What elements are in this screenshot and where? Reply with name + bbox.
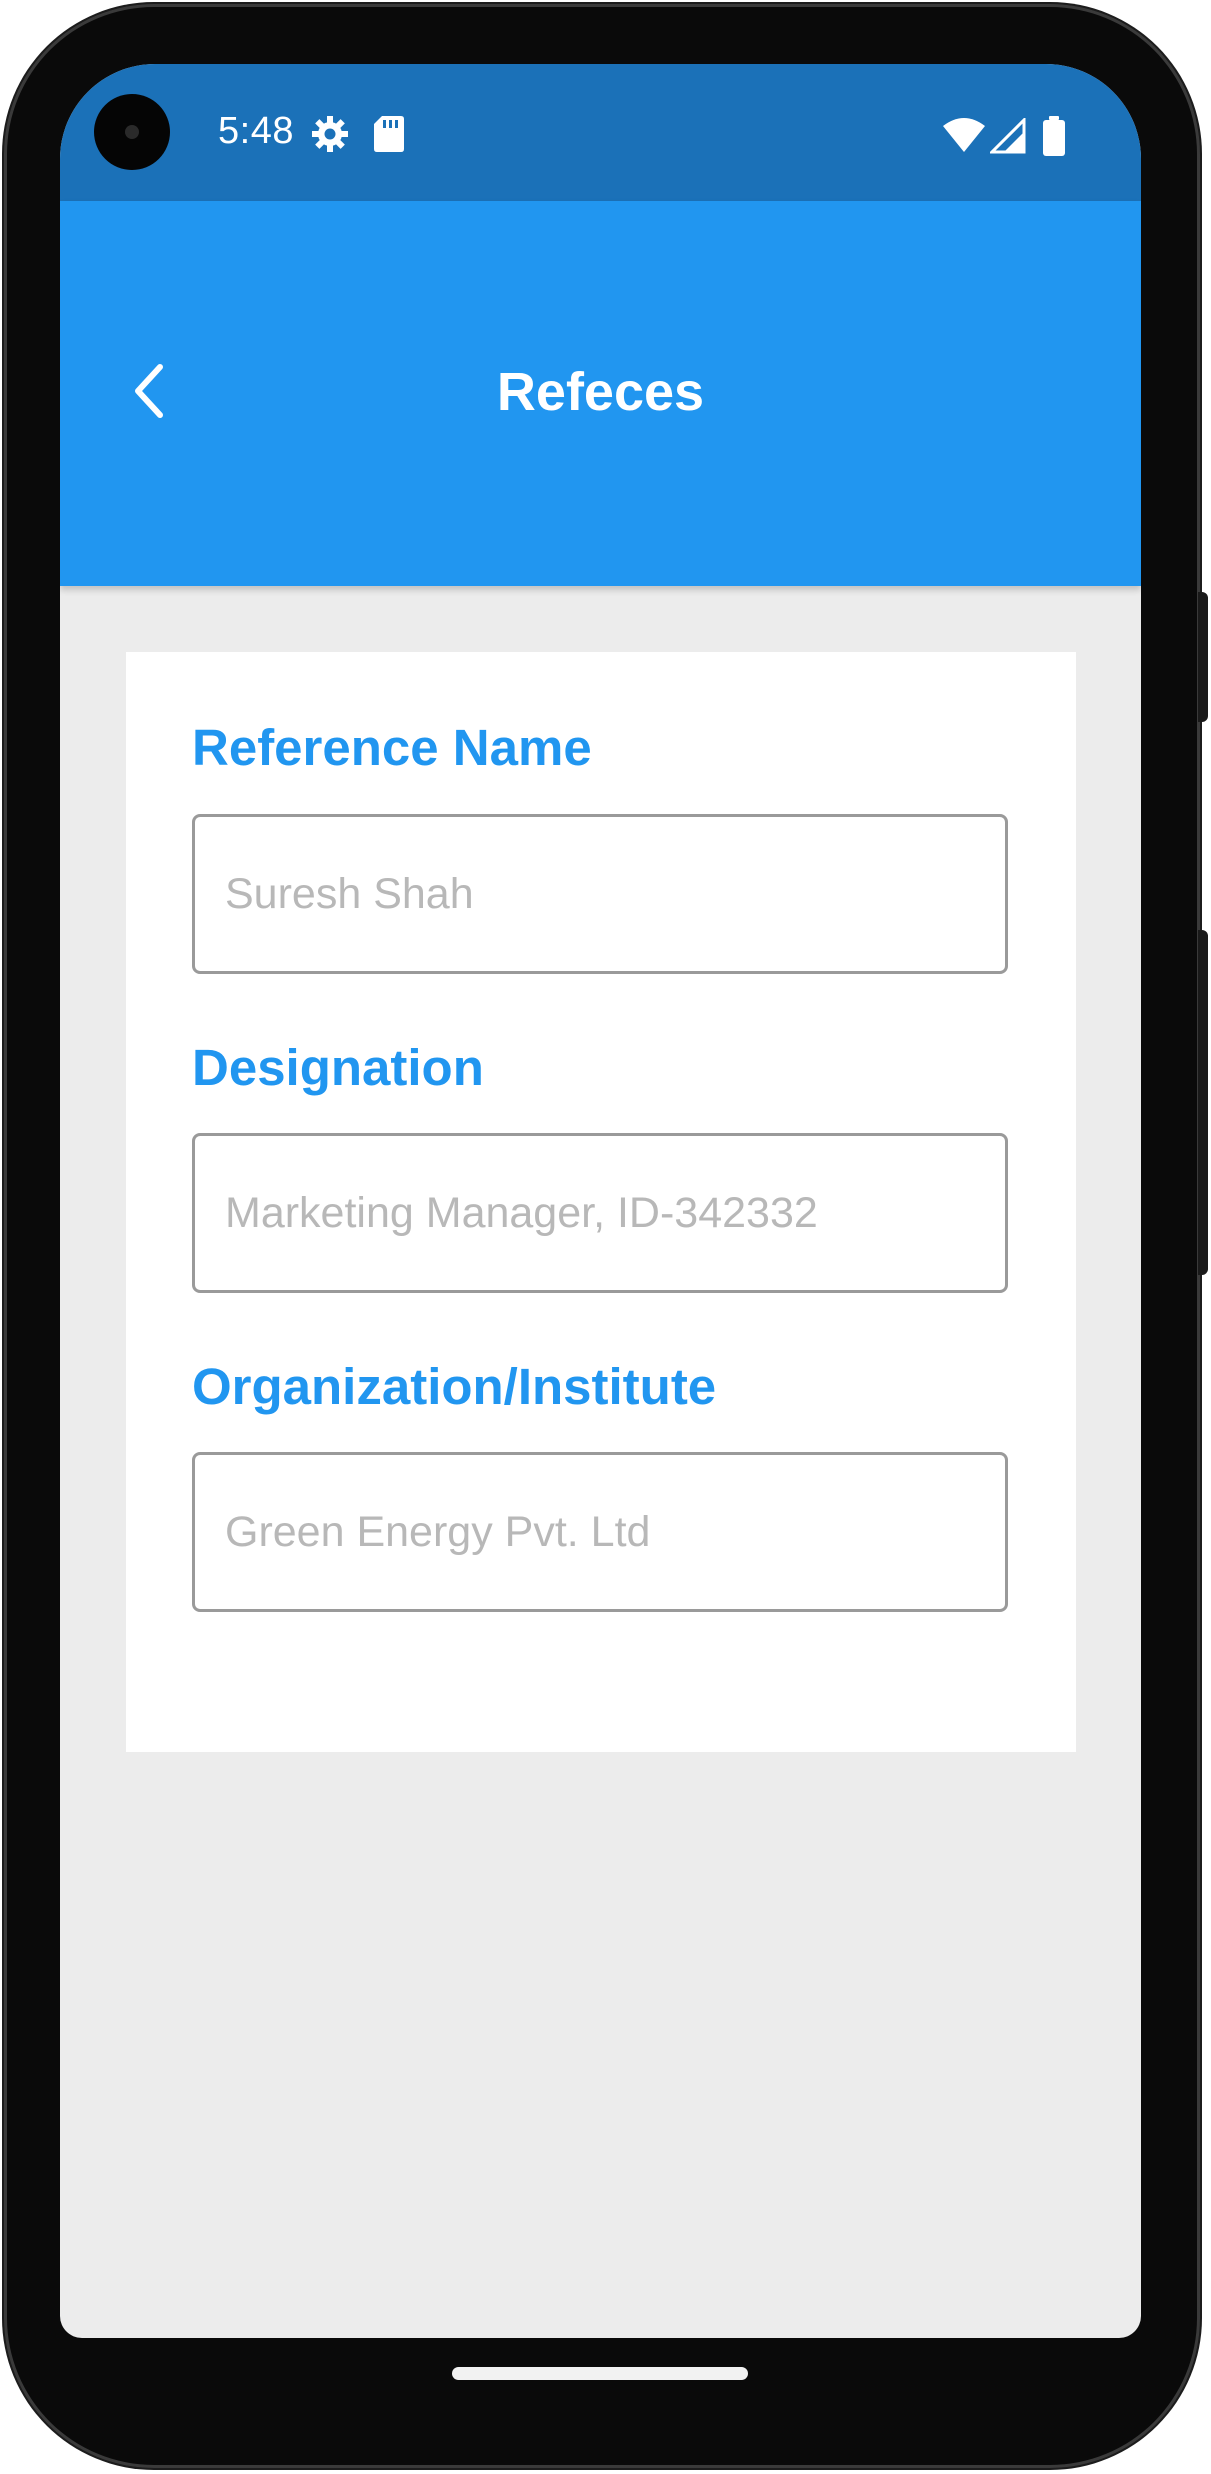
organization-field[interactable] (192, 1452, 1008, 1612)
wifi-icon (943, 118, 985, 152)
reference-form-card: Reference Name Designation Organization/… (126, 652, 1076, 1752)
volume-button (1198, 930, 1208, 1275)
designation-field[interactable] (192, 1133, 1008, 1293)
app-bar: Refeces (60, 201, 1141, 586)
designation-label: Designation (192, 1039, 484, 1096)
battery-icon (1043, 116, 1065, 156)
reference-name-field[interactable] (192, 814, 1008, 974)
status-time: 5:48 (218, 110, 294, 152)
settings-gear-icon (312, 116, 348, 152)
sd-card-icon (374, 116, 404, 152)
status-bar: 5:48 (60, 64, 1141, 201)
front-camera-icon (94, 94, 170, 170)
page-title: Refeces (496, 362, 705, 422)
screen: 5:48 Refeces Reference Name Suresh Shah … (60, 64, 1141, 2338)
device: 5:48 Refeces Reference Name Suresh Shah … (0, 0, 1211, 2474)
cell-signal-icon (990, 118, 1026, 154)
organization-label: Organization/Institute (192, 1358, 717, 1415)
reference-name-label: Reference Name (192, 719, 592, 776)
home-indicator[interactable] (452, 2367, 748, 2380)
power-button (1198, 592, 1208, 722)
